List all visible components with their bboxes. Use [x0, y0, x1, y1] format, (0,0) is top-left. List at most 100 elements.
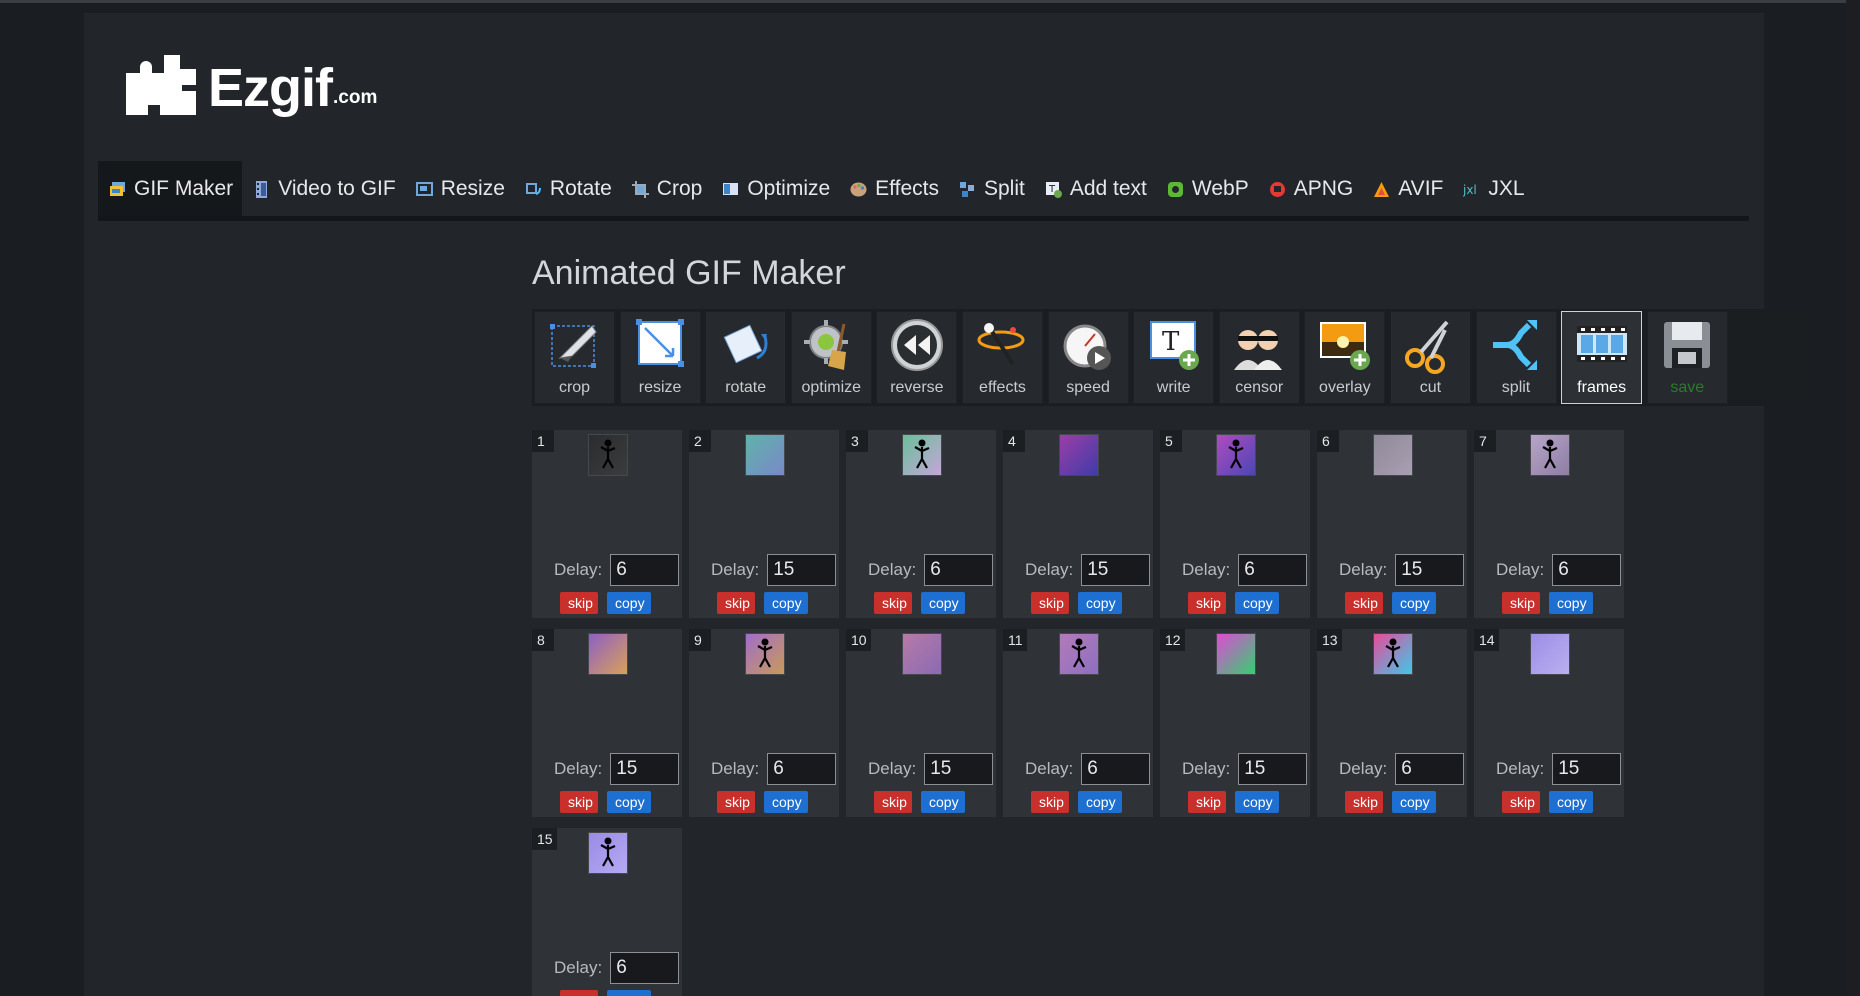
- delay-row: Delay:: [1182, 554, 1308, 586]
- frame-thumbnail[interactable]: [588, 832, 628, 874]
- frame-thumbnail[interactable]: [902, 633, 942, 675]
- tool-rotate-button[interactable]: rotate: [705, 311, 787, 404]
- copy-button[interactable]: copy: [1078, 791, 1122, 813]
- copy-button[interactable]: copy: [921, 592, 965, 614]
- skip-button[interactable]: skip: [1502, 791, 1540, 813]
- tool-censor-button[interactable]: censor: [1218, 311, 1300, 404]
- nav-item-split[interactable]: Split: [948, 161, 1034, 216]
- skip-button[interactable]: skip: [1188, 592, 1226, 614]
- delay-input[interactable]: [1238, 554, 1308, 586]
- delay-input[interactable]: [610, 554, 680, 586]
- skip-button[interactable]: skip: [560, 990, 598, 996]
- delay-input[interactable]: [1395, 753, 1465, 785]
- nav-item-rotate[interactable]: Rotate: [514, 161, 621, 216]
- nav-item-webp[interactable]: WebP: [1156, 161, 1258, 216]
- webp-icon: [1167, 180, 1184, 197]
- frame-thumbnail[interactable]: [1373, 633, 1413, 675]
- copy-button[interactable]: copy: [607, 990, 651, 996]
- frame-thumbnail[interactable]: [588, 633, 628, 675]
- site-logo[interactable]: Ezgif .com: [124, 53, 377, 115]
- nav-item-gif-maker[interactable]: GIF Maker: [98, 161, 243, 216]
- skip-button[interactable]: skip: [1345, 791, 1383, 813]
- copy-button[interactable]: copy: [1549, 791, 1593, 813]
- delay-input[interactable]: [767, 554, 837, 586]
- frame-thumbnail[interactable]: [902, 434, 942, 476]
- tool-cut-button[interactable]: cut: [1389, 311, 1471, 404]
- tool-label: rotate: [725, 379, 767, 396]
- delay-input[interactable]: [1552, 554, 1622, 586]
- copy-button[interactable]: copy: [607, 592, 651, 614]
- frame-thumbnail[interactable]: [1530, 434, 1570, 476]
- frame-thumbnail[interactable]: [745, 633, 785, 675]
- nav-item-crop[interactable]: Crop: [621, 161, 712, 216]
- delay-input[interactable]: [767, 753, 837, 785]
- frame-thumbnail[interactable]: [745, 434, 785, 476]
- tool-frames-button[interactable]: frames: [1561, 311, 1643, 404]
- delay-input[interactable]: [924, 554, 994, 586]
- frame-thumbnail[interactable]: [1059, 633, 1099, 675]
- copy-button[interactable]: copy: [1549, 592, 1593, 614]
- copy-button[interactable]: copy: [1078, 592, 1122, 614]
- copy-button[interactable]: copy: [921, 791, 965, 813]
- copy-button[interactable]: copy: [1235, 592, 1279, 614]
- delay-input[interactable]: [610, 952, 680, 984]
- tool-effects-button[interactable]: effects: [961, 311, 1043, 404]
- skip-button[interactable]: skip: [1031, 791, 1069, 813]
- copy-button[interactable]: copy: [1235, 791, 1279, 813]
- page-scrollbar[interactable]: [1846, 0, 1860, 996]
- delay-input[interactable]: [610, 753, 680, 785]
- skip-button[interactable]: skip: [560, 791, 598, 813]
- skip-button[interactable]: skip: [717, 592, 755, 614]
- skip-button[interactable]: skip: [1031, 592, 1069, 614]
- nav-item-optimize[interactable]: Optimize: [711, 161, 839, 216]
- frame-thumbnail[interactable]: [1373, 434, 1413, 476]
- delay-label: Delay:: [868, 560, 917, 579]
- copy-button[interactable]: copy: [607, 791, 651, 813]
- frame-thumbnail[interactable]: [1216, 434, 1256, 476]
- frame-thumbnail[interactable]: [1530, 633, 1570, 675]
- tool-optimize-button[interactable]: optimize: [790, 311, 872, 404]
- nav-item-add-text[interactable]: T Add text: [1034, 161, 1156, 216]
- tool-split-button[interactable]: split: [1475, 311, 1557, 404]
- scissors-tool-icon: [1401, 316, 1459, 374]
- tool-overlay-button[interactable]: overlay: [1304, 311, 1386, 404]
- frame-thumbnail[interactable]: [1216, 633, 1256, 675]
- skip-button[interactable]: skip: [1345, 592, 1383, 614]
- tool-crop-button[interactable]: crop: [534, 311, 615, 404]
- split-tool-icon: [1487, 316, 1545, 374]
- copy-button[interactable]: copy: [1392, 791, 1436, 813]
- palette-icon: [850, 180, 867, 197]
- skip-button[interactable]: skip: [560, 592, 598, 614]
- skip-button[interactable]: skip: [874, 791, 912, 813]
- skip-button[interactable]: skip: [1188, 791, 1226, 813]
- delay-input[interactable]: [1081, 554, 1151, 586]
- delay-input[interactable]: [1552, 753, 1622, 785]
- nav-item-apng[interactable]: APNG: [1258, 161, 1363, 216]
- frame-thumbnail[interactable]: [588, 434, 628, 476]
- delay-input[interactable]: [1238, 753, 1308, 785]
- svg-text:T: T: [1162, 327, 1180, 357]
- nav-item-video-to-gif[interactable]: Video to GIF: [242, 161, 405, 216]
- frame-actions: skip copy: [1345, 592, 1436, 614]
- nav-item-avif[interactable]: AVIF: [1362, 161, 1452, 216]
- tool-save-button[interactable]: save: [1646, 311, 1728, 404]
- tool-reverse-button[interactable]: reverse: [876, 311, 958, 404]
- frame-thumbnail[interactable]: [1059, 434, 1099, 476]
- delay-input[interactable]: [924, 753, 994, 785]
- tool-write-button[interactable]: Twrite: [1133, 311, 1215, 404]
- skip-button[interactable]: skip: [717, 791, 755, 813]
- delay-input[interactable]: [1395, 554, 1465, 586]
- copy-button[interactable]: copy: [1392, 592, 1436, 614]
- skip-button[interactable]: skip: [874, 592, 912, 614]
- copy-button[interactable]: copy: [764, 592, 808, 614]
- frame-card: 1 Delay: skip copy: [532, 430, 682, 618]
- tool-resize-button[interactable]: resize: [619, 311, 701, 404]
- tool-speed-button[interactable]: speed: [1047, 311, 1129, 404]
- frame-number: 8: [532, 629, 554, 651]
- copy-button[interactable]: copy: [764, 791, 808, 813]
- skip-button[interactable]: skip: [1502, 592, 1540, 614]
- nav-item-resize[interactable]: Resize: [405, 161, 514, 216]
- nav-item-jxl[interactable]: jxl JXL: [1452, 161, 1533, 216]
- delay-input[interactable]: [1081, 753, 1151, 785]
- nav-item-effects[interactable]: Effects: [839, 161, 948, 216]
